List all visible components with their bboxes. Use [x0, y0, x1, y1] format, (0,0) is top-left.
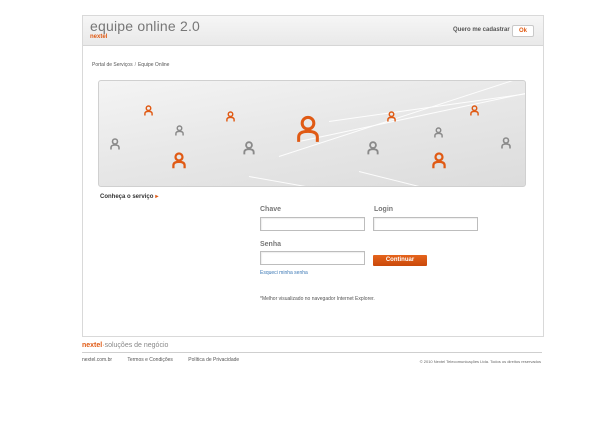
footer-link-privacy[interactable]: Política de Privacidade [188, 357, 239, 363]
nextel-logo: nextel [90, 34, 108, 40]
light-streak [298, 81, 525, 142]
continue-button[interactable]: Continuar [373, 255, 427, 266]
register-ok-button[interactable]: Ok [512, 25, 534, 37]
forgot-password-link[interactable]: Esqueci minha senha [260, 270, 308, 276]
login-label: Login [374, 206, 394, 213]
app-title: equipe online 2.0 [90, 18, 201, 34]
person-icon [501, 137, 511, 149]
footer-link-site[interactable]: nextel.com.br [82, 357, 112, 363]
person-icon [226, 111, 235, 122]
person-icon [297, 115, 319, 142]
person-icon [367, 141, 379, 155]
senha-label: Senha [260, 241, 282, 248]
footer-tagline: soluções de negócio [104, 342, 169, 349]
breadcrumb-current: Equipe Online [137, 62, 170, 68]
light-streak [358, 171, 525, 186]
person-icon [434, 127, 443, 138]
hero-banner [98, 80, 526, 187]
person-icon [172, 152, 186, 169]
footer-divider [82, 352, 542, 353]
person-icon [243, 141, 255, 155]
register-label: Quero me cadastrar [453, 27, 510, 33]
footer-link-terms[interactable]: Termos e Condições [127, 357, 173, 363]
breadcrumb: Portal de Serviços / Equipe Online [92, 62, 169, 68]
main-frame: equipe online 2.0 nextel Quero me cadast… [82, 15, 544, 337]
service-link-label: Conheça o serviço [100, 194, 154, 200]
chave-input[interactable] [260, 217, 365, 231]
person-icon [175, 125, 184, 136]
person-icon [387, 111, 396, 122]
footer-nextel-logo: nextel [82, 342, 103, 349]
senha-input[interactable] [260, 251, 365, 265]
footer-links: nextel.com.br Termos e Condições Polític… [82, 357, 253, 363]
login-input[interactable] [373, 217, 478, 231]
person-icon [110, 138, 120, 150]
footer-brand: nextel·soluções de negócio [82, 342, 169, 349]
person-icon [470, 105, 479, 116]
browser-note: *Melhor visualizado no navegador Interne… [260, 296, 375, 302]
person-icon [432, 152, 446, 169]
copyright-text: © 2010 Nextel Telecomunicações Ltda. Tod… [419, 359, 541, 364]
breadcrumb-portal[interactable]: Portal de Serviços [92, 62, 133, 68]
person-icon [144, 105, 153, 116]
service-link[interactable]: Conheça o serviço ▸ [100, 193, 158, 200]
breadcrumb-separator: / [134, 62, 136, 68]
arrow-right-icon: ▸ [155, 194, 159, 200]
chave-label: Chave [260, 206, 282, 213]
header-bar: equipe online 2.0 nextel Quero me cadast… [83, 16, 543, 46]
